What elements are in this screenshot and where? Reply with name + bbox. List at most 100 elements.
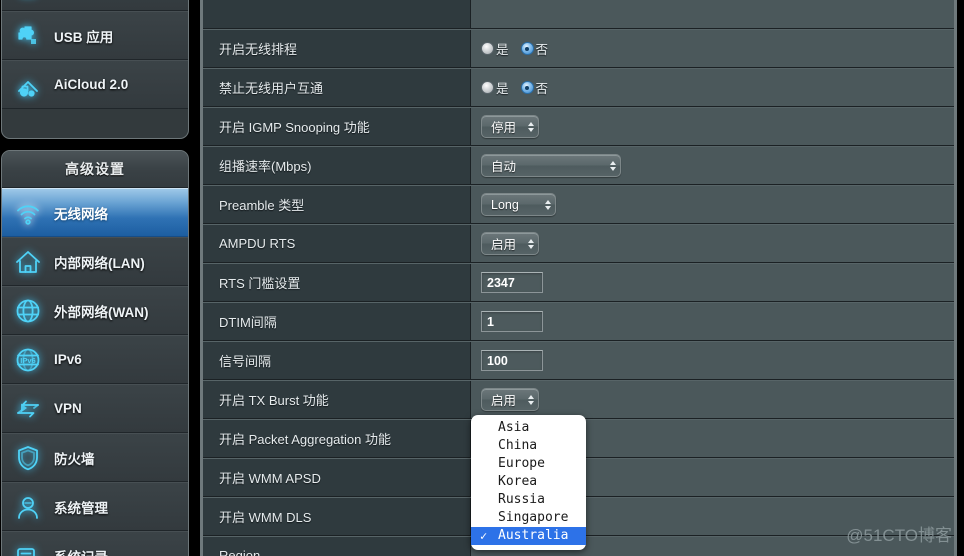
ipv6-globe-icon: IPv6 xyxy=(2,345,54,375)
globe-icon xyxy=(2,296,54,326)
row-value: 100 xyxy=(471,342,954,379)
row-label: RTS 门槛设置 xyxy=(203,264,471,301)
table-row: DTIM间隔 1 xyxy=(203,302,954,341)
vpn-arrows-icon xyxy=(2,394,54,424)
sidebar-item-aicloud[interactable]: AiCloud 2.0 xyxy=(2,60,188,109)
radio-label-yes: 是 xyxy=(496,82,509,96)
row-label: 开启 Packet Aggregation 功能 xyxy=(203,420,471,457)
radio-option-yes[interactable]: 是 xyxy=(481,78,509,97)
row-label: Region xyxy=(203,537,471,556)
row-value: 启用 xyxy=(471,381,954,418)
row-label: 禁止无线用户互通 xyxy=(203,69,471,106)
sidebar-item-home[interactable]: 内部网络(LAN) xyxy=(2,237,188,286)
region-dropdown-menu[interactable]: AsiaChinaEuropeKoreaRussiaSingaporeAustr… xyxy=(471,415,586,550)
select-5[interactable]: 启用 xyxy=(481,232,539,255)
advanced-settings-header: 高级设置 xyxy=(2,151,188,188)
radio-dot-no[interactable] xyxy=(520,81,534,94)
sidebar-item-label: AiCloud 2.0 xyxy=(54,77,129,92)
table-row: 开启 IGMP Snooping 功能 停用 xyxy=(203,107,954,146)
table-row: 禁止无线用户互通是否 xyxy=(203,68,954,107)
table-row: 组播速率(Mbps) 自动 xyxy=(203,146,954,185)
select-value: Long xyxy=(491,197,519,212)
text-input-7[interactable]: 1 xyxy=(481,311,543,332)
row-value: 是否 xyxy=(471,69,954,106)
row-value: 2347 xyxy=(471,264,954,301)
sidebar-item-label: 内部网络(LAN) xyxy=(54,255,145,271)
sidebar-item-log[interactable]: 系统记录 xyxy=(2,531,188,556)
row-label: 信号间隔 xyxy=(203,342,471,379)
table-row: AMPDU RTS 启用 xyxy=(203,224,954,263)
sidebar: 家长电脑控制程序 USB 应用 AiCloud 2.0 高级设置 无线网络内部网络(… xyxy=(0,0,190,556)
row-value: 启用 xyxy=(471,225,954,262)
dropdown-option[interactable]: Singapore xyxy=(471,509,586,527)
radio-option-no[interactable]: 否 xyxy=(520,78,549,97)
row-label: AMPDU RTS xyxy=(203,225,471,262)
chevron-updown-icon xyxy=(598,160,616,171)
user-admin-icon xyxy=(2,492,54,522)
dropdown-option[interactable]: China xyxy=(471,437,586,455)
row-value: 停用 xyxy=(471,108,954,145)
yes-no-radio-group: 是否 xyxy=(481,39,548,58)
row-value: 自动 xyxy=(471,147,954,184)
chevron-updown-icon xyxy=(516,121,535,132)
select-3[interactable]: 自动 xyxy=(481,154,621,177)
table-row: 开启无线排程是否 xyxy=(203,29,954,68)
radio-dot-yes[interactable] xyxy=(481,42,494,55)
text-input-8[interactable]: 100 xyxy=(481,350,543,371)
sidebar-item-label: VPN xyxy=(54,401,82,416)
dropdown-option[interactable]: Korea xyxy=(471,473,586,491)
row-label: 开启 TX Burst 功能 xyxy=(203,381,471,418)
radio-label-no: 否 xyxy=(535,82,549,96)
sidebar-item-ipv6-globe[interactable]: IPv6 IPv6 xyxy=(2,335,188,384)
select-2[interactable]: 停用 xyxy=(481,115,539,138)
radio-dot-yes[interactable] xyxy=(481,81,494,94)
row-label: 开启 IGMP Snooping 功能 xyxy=(203,108,471,145)
radio-dot-no[interactable] xyxy=(520,42,534,55)
chevron-updown-icon xyxy=(516,238,535,249)
select-value: 启用 xyxy=(491,238,517,252)
sidebar-item-usb-puzzle[interactable]: USB 应用 xyxy=(2,11,188,60)
sidebar-item-wifi[interactable]: 无线网络 xyxy=(2,188,188,237)
dropdown-option[interactable]: Europe xyxy=(471,455,586,473)
usb-puzzle-icon xyxy=(2,21,54,51)
sidebar-item-label: 无线网络 xyxy=(54,206,108,222)
chevron-updown-icon xyxy=(533,199,551,210)
sidebar-item-parental-lock[interactable]: 家长电脑控制程序 xyxy=(2,0,188,11)
svg-text:IPv6: IPv6 xyxy=(20,356,35,365)
dropdown-option[interactable]: Asia xyxy=(471,419,586,437)
row-label: Preamble 类型 xyxy=(203,186,471,223)
table-row: Preamble 类型 Long xyxy=(203,185,954,224)
radio-option-yes[interactable]: 是 xyxy=(481,39,509,58)
row-value: 1 xyxy=(471,303,954,340)
table-row: 开启 TX Burst 功能 启用 xyxy=(203,380,954,419)
shield-icon xyxy=(2,443,54,473)
radio-option-no[interactable]: 否 xyxy=(520,39,549,58)
row-label: DTIM间隔 xyxy=(203,303,471,340)
row-label: 开启 WMM APSD xyxy=(203,459,471,496)
sidebar-item-vpn-arrows[interactable]: VPN xyxy=(2,384,188,433)
sidebar-item-label: USB 应用 xyxy=(54,29,114,45)
dropdown-option[interactable]: Russia xyxy=(471,491,586,509)
sidebar-item-label: 防火墙 xyxy=(54,451,95,467)
row-label: 开启 WMM DLS xyxy=(203,498,471,535)
select-9[interactable]: 启用 xyxy=(481,388,539,411)
sidebar-item-label: 外部网络(WAN) xyxy=(54,304,149,320)
select-value: 停用 xyxy=(491,121,517,135)
sidebar-item-shield[interactable]: 防火墙 xyxy=(2,433,188,482)
select-value: 自动 xyxy=(491,160,517,174)
sidebar-item-label: 系统管理 xyxy=(54,500,108,516)
sidebar-item-user-admin[interactable]: 系统管理 xyxy=(2,482,188,531)
sidebar-item-globe[interactable]: 外部网络(WAN) xyxy=(2,286,188,335)
row-label xyxy=(203,0,471,28)
select-4[interactable]: Long xyxy=(481,193,556,216)
row-value: Long xyxy=(471,186,954,223)
text-input-6[interactable]: 2347 xyxy=(481,272,543,293)
radio-label-yes: 是 xyxy=(496,43,509,57)
radio-label-no: 否 xyxy=(535,43,549,57)
router-admin-page: 家长电脑控制程序 USB 应用 AiCloud 2.0 高级设置 无线网络内部网络(… xyxy=(0,0,964,556)
table-row: RTS 门槛设置 2347 xyxy=(203,263,954,302)
aicloud-icon xyxy=(2,70,54,100)
row-label: 组播速率(Mbps) xyxy=(203,147,471,184)
sidebar-top-group: 家长电脑控制程序 USB 应用 AiCloud 2.0 xyxy=(1,0,189,139)
dropdown-option[interactable]: Australia xyxy=(471,527,586,545)
